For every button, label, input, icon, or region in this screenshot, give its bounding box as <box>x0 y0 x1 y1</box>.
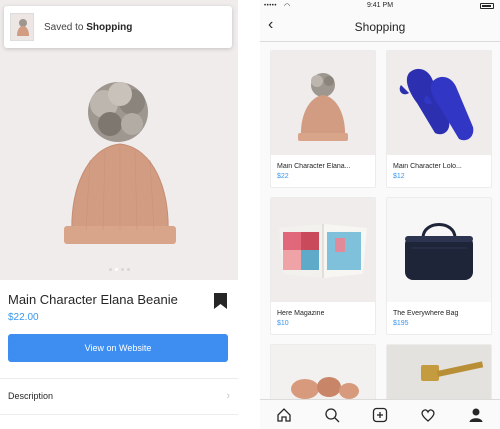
product-price: $12 <box>393 173 405 180</box>
bookmark-filled-icon[interactable] <box>214 293 227 309</box>
divider <box>0 414 238 415</box>
nav-bar: ‹ Shopping <box>260 12 500 42</box>
product-price: $22.00 <box>8 312 39 323</box>
description-row[interactable]: Description › <box>8 386 230 406</box>
chevron-right-icon: › <box>226 390 230 402</box>
product-card-beanie[interactable]: Main Character Elana... $22 <box>270 50 376 188</box>
product-title: Main Character Elana Beanie <box>8 292 178 307</box>
carousel-dot-active <box>114 268 118 271</box>
shopping-collection-screen: ••••• ◠ 9:41 PM ‹ Shopping Main Characte… <box>260 0 500 429</box>
hammer-image <box>387 345 491 403</box>
product-detail-screen: Saved to Shopping Main Character Elana B… <box>0 0 238 429</box>
product-price: $10 <box>277 320 289 327</box>
product-name: Main Character Elana... <box>277 163 351 170</box>
carousel-dots <box>0 268 238 271</box>
product-price: $195 <box>393 320 409 327</box>
product-price: $22 <box>277 173 289 180</box>
carousel-dot <box>108 268 112 271</box>
beanie-thumb-icon <box>11 14 33 40</box>
product-card-mittens[interactable]: Main Character Lolo... $12 <box>386 50 492 188</box>
product-card-magazine[interactable]: Here Magazine $10 <box>270 197 376 335</box>
status-time: 9:41 PM <box>366 2 394 9</box>
product-card-bag[interactable]: The Everywhere Bag $195 <box>386 197 492 335</box>
home-icon[interactable] <box>274 405 294 425</box>
mittens-image <box>387 51 491 155</box>
product-image <box>271 198 375 302</box>
beanie-image <box>271 51 375 155</box>
product-image <box>387 345 491 403</box>
screenshot-stage: Saved to Shopping Main Character Elana B… <box>0 0 500 429</box>
magazine-image <box>271 198 375 302</box>
tab-bar <box>260 399 500 429</box>
product-name: Main Character Lolo... <box>393 163 462 170</box>
profile-icon[interactable] <box>466 405 486 425</box>
battery-icon <box>480 3 494 9</box>
heart-icon[interactable] <box>418 405 438 425</box>
view-on-website-button[interactable]: View on Website <box>8 334 228 362</box>
product-image <box>387 198 491 302</box>
product-image <box>271 345 375 403</box>
status-bar: ••••• ◠ 9:41 PM <box>260 0 500 12</box>
add-post-icon[interactable] <box>370 405 390 425</box>
carousel-dot <box>120 268 124 271</box>
description-label: Description <box>8 391 54 401</box>
carousel-dot <box>126 268 130 271</box>
product-card-partial[interactable] <box>270 344 376 404</box>
saved-toast[interactable]: Saved to Shopping <box>4 6 232 48</box>
product-image <box>387 51 491 155</box>
search-icon[interactable] <box>322 405 342 425</box>
product-card-partial[interactable] <box>386 344 492 404</box>
divider <box>0 378 238 379</box>
toast-collection[interactable]: Shopping <box>86 22 132 33</box>
toast-message: Saved to Shopping <box>44 22 132 33</box>
product-name: Here Magazine <box>277 310 325 317</box>
product-image <box>271 51 375 155</box>
gloves-image <box>271 345 375 403</box>
toast-thumbnail <box>10 13 34 41</box>
bag-image <box>387 198 491 302</box>
product-name: The Everywhere Bag <box>393 310 459 317</box>
page-title: Shopping <box>354 20 406 34</box>
toast-prefix: Saved to <box>44 21 84 33</box>
